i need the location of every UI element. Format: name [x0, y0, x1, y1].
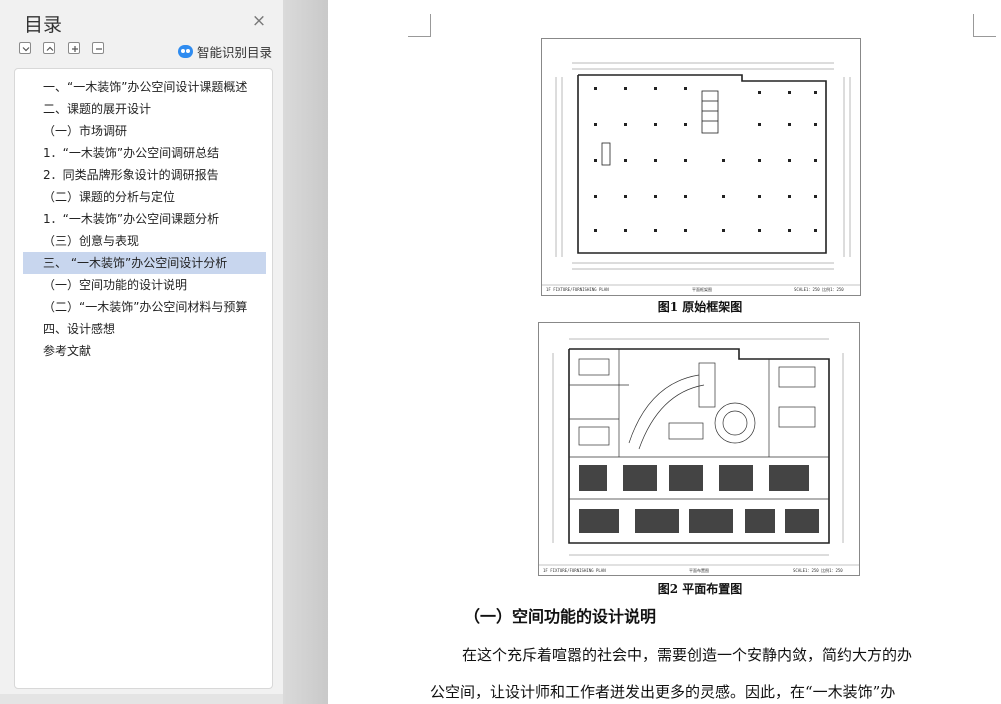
toc-title: 目录 [24, 14, 63, 36]
toc-item[interactable]: 四、设计感想 [23, 318, 266, 340]
titleblock-left: 1F FIXTURE/FURNISHING PLAN [546, 287, 609, 292]
document-page: 1F FIXTURE/FURNISHING PLAN 平面框架图 SCALE1：… [328, 0, 1001, 704]
figure-original-frame-plan[interactable]: 1F FIXTURE/FURNISHING PLAN 平面框架图 SCALE1：… [541, 38, 861, 296]
margin-mark-top-left [408, 14, 431, 37]
toc-item[interactable]: （二）“一木装饰”办公空间材料与预算 [23, 296, 266, 318]
remove-heading-icon[interactable] [92, 42, 104, 54]
horizontal-scrollbar[interactable] [0, 694, 283, 704]
paragraph-line: 在这个充斥着喧嚣的社会中，需要创造一个安静内敛，简约大方的办 [462, 646, 913, 664]
expand-all-icon[interactable] [19, 42, 31, 54]
page-gutter [283, 0, 328, 704]
toc-item[interactable]: 1．“一木装饰”办公空间课题分析 [23, 208, 266, 230]
toc-item[interactable]: 一、“一木装饰”办公空间设计课题概述 [23, 76, 266, 98]
titleblock-left: 1F FIXTURE/FURNISHING PLAN [543, 568, 606, 573]
margin-mark-top-right [973, 14, 996, 37]
toc-item[interactable]: 参考文献 [23, 340, 266, 362]
figure2-caption: 图2 平面布置图 [657, 582, 743, 596]
toc-item[interactable]: （三）创意与表现 [23, 230, 266, 252]
paragraph-line: 公空间，让设计师和工作者迸发出更多的灵感。因此，在“一木装饰”办 [430, 683, 896, 701]
collapse-all-icon[interactable] [43, 42, 55, 54]
toc-item[interactable]: 1．“一木装饰”办公空间调研总结 [23, 142, 266, 164]
add-heading-icon[interactable] [68, 42, 80, 54]
toc-item[interactable]: 二、课题的展开设计 [23, 98, 266, 120]
titleblock-mid: 平面框架图 [692, 286, 712, 292]
section-heading: （一）空间功能的设计说明 [464, 607, 657, 626]
toc-sidebar: 目录 × 智能识别目录 一、“一木装饰”办公空间设计课题概述 二、课题的展开设计… [0, 0, 283, 704]
titleblock-mid: 平面布置图 [689, 567, 709, 573]
close-icon[interactable]: × [250, 12, 268, 30]
titleblock-right: SCALE1：250 比例1：250 [793, 567, 843, 573]
smart-recognize-label: 智能识别目录 [197, 45, 273, 60]
titleblock-right: SCALE1：250 比例1：250 [794, 286, 844, 292]
toc-list: 一、“一木装饰”办公空间设计课题概述 二、课题的展开设计 （一）市场调研 1．“… [14, 68, 273, 689]
toc-item-active[interactable]: 三、 “一木装饰”办公空间设计分析 [23, 252, 266, 274]
ai-icon [178, 45, 193, 58]
toc-item[interactable]: （二）课题的分析与定位 [23, 186, 266, 208]
toc-item[interactable]: （一）市场调研 [23, 120, 266, 142]
figure1-caption: 图1 原始框架图 [657, 300, 743, 314]
floor-layout-drawing: 1F FIXTURE/FURNISHING PLAN 平面布置图 SCALE1：… [539, 338, 859, 573]
toc-item[interactable]: （一）空间功能的设计说明 [23, 274, 266, 296]
smart-recognize-toc-button[interactable]: 智能识别目录 [178, 42, 272, 61]
toc-item[interactable]: 2．同类品牌形象设计的调研报告 [23, 164, 266, 186]
floor-frame-drawing: 1F FIXTURE/FURNISHING PLAN 平面框架图 SCALE1：… [542, 62, 860, 292]
figure-furnishing-layout-plan[interactable]: 1F FIXTURE/FURNISHING PLAN 平面布置图 SCALE1：… [538, 322, 860, 576]
